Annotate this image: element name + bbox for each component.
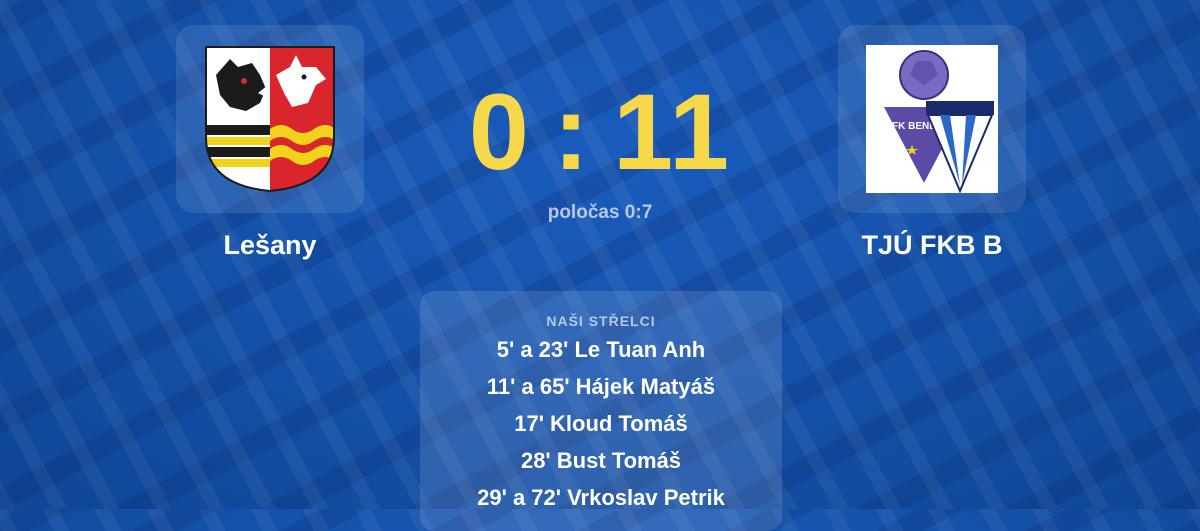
scorer-item: 28' Bust Tomáš — [520, 448, 682, 473]
fk-benesov-crest-icon: FK BENE — [866, 45, 998, 193]
score-separator: : — [552, 71, 591, 192]
away-team-logo-box: FK BENE — [838, 25, 1026, 213]
scorers-panel: NAŠI STŘELCI 5' a 23' Le Tuan Anh 11' a … — [420, 291, 782, 531]
scorer-item: 11' a 65' Hájek Matyáš — [486, 374, 716, 399]
halftime-score: poločas 0:7 — [547, 202, 653, 223]
scorers-title: NAŠI STŘELCI — [546, 313, 656, 329]
scorer-list: 5' a 23' Le Tuan Anh 11' a 65' Hájek Mat… — [420, 331, 782, 516]
away-team-name: TJÚ FKB B — [861, 230, 1003, 260]
scorer-item: 5' a 23' Le Tuan Anh — [496, 337, 706, 362]
away-score: 11 — [612, 71, 732, 192]
home-score: 0 — [468, 71, 531, 192]
home-team-logo-box — [176, 25, 364, 213]
scorer-item: 29' a 72' Vrkoslav Petrik — [477, 485, 725, 510]
home-team-name: Lešany — [223, 230, 317, 260]
away-crest-text: FK BENE — [892, 121, 936, 132]
scorer-item: 17' Kloud Tomáš — [514, 411, 688, 436]
match-score: 0:11 — [400, 72, 800, 192]
lesany-crest-icon — [205, 46, 335, 193]
